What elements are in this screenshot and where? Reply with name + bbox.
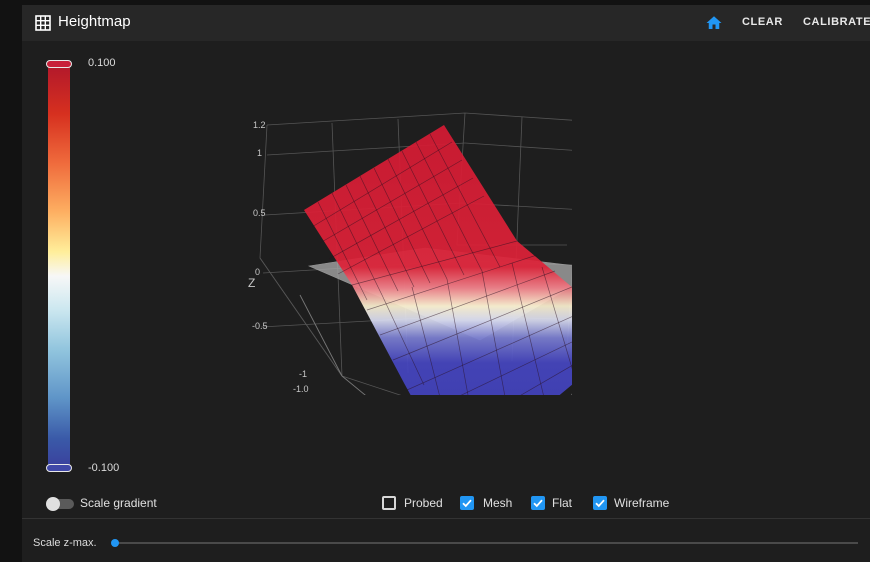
- flat-checkbox[interactable]: [531, 496, 545, 510]
- z-tick-label: 1: [257, 148, 262, 158]
- heightmap-card: Heightmap CLEAR CALIBRATE 0.100 -0.100 1…: [22, 5, 870, 562]
- grid-icon: [35, 15, 51, 31]
- scale-gradient-toggle[interactable]: [46, 497, 74, 511]
- toggle-thumb: [46, 497, 60, 511]
- z-tick-label: -0.5: [252, 321, 268, 331]
- colorbar-min-label: -0.100: [88, 462, 120, 474]
- z-tick-label: 0: [255, 267, 260, 277]
- mesh-checkbox[interactable]: [460, 496, 474, 510]
- checkmark-icon: [462, 499, 472, 508]
- z-tick-label: 0.5: [253, 208, 266, 218]
- checkmark-icon: [533, 499, 543, 508]
- flat-label: Flat: [552, 496, 573, 510]
- scale-zmax-slider-track[interactable]: [114, 542, 858, 544]
- calibrate-button[interactable]: CALIBRATE: [803, 16, 870, 28]
- divider: [22, 518, 870, 519]
- home-icon: [706, 16, 722, 29]
- z-tick-label: 1.2: [253, 120, 266, 130]
- mesh-label: Mesh: [483, 496, 513, 510]
- wireframe-label: Wireframe: [614, 496, 670, 510]
- home-button[interactable]: [702, 11, 726, 35]
- probed-label: Probed: [404, 496, 443, 510]
- heightmap-3d-plot[interactable]: 1.2 1 0.5 0 -0.5 -1 -1.0 Z 50 100 X 200 …: [52, 5, 572, 395]
- clear-button[interactable]: CLEAR: [742, 16, 783, 28]
- z-tick-label: -1: [299, 369, 307, 379]
- checkmark-icon: [595, 499, 605, 508]
- scale-zmax-label: Scale z-max.: [33, 537, 97, 549]
- z-tick-label: -1.0: [293, 384, 309, 394]
- scale-zmax-slider-thumb[interactable]: [111, 539, 119, 547]
- probed-checkbox[interactable]: [382, 496, 396, 510]
- z-axis-label: Z: [248, 276, 255, 290]
- colorbar-min-handle[interactable]: [46, 464, 72, 472]
- wireframe-checkbox[interactable]: [593, 496, 607, 510]
- scale-gradient-label: Scale gradient: [80, 496, 157, 510]
